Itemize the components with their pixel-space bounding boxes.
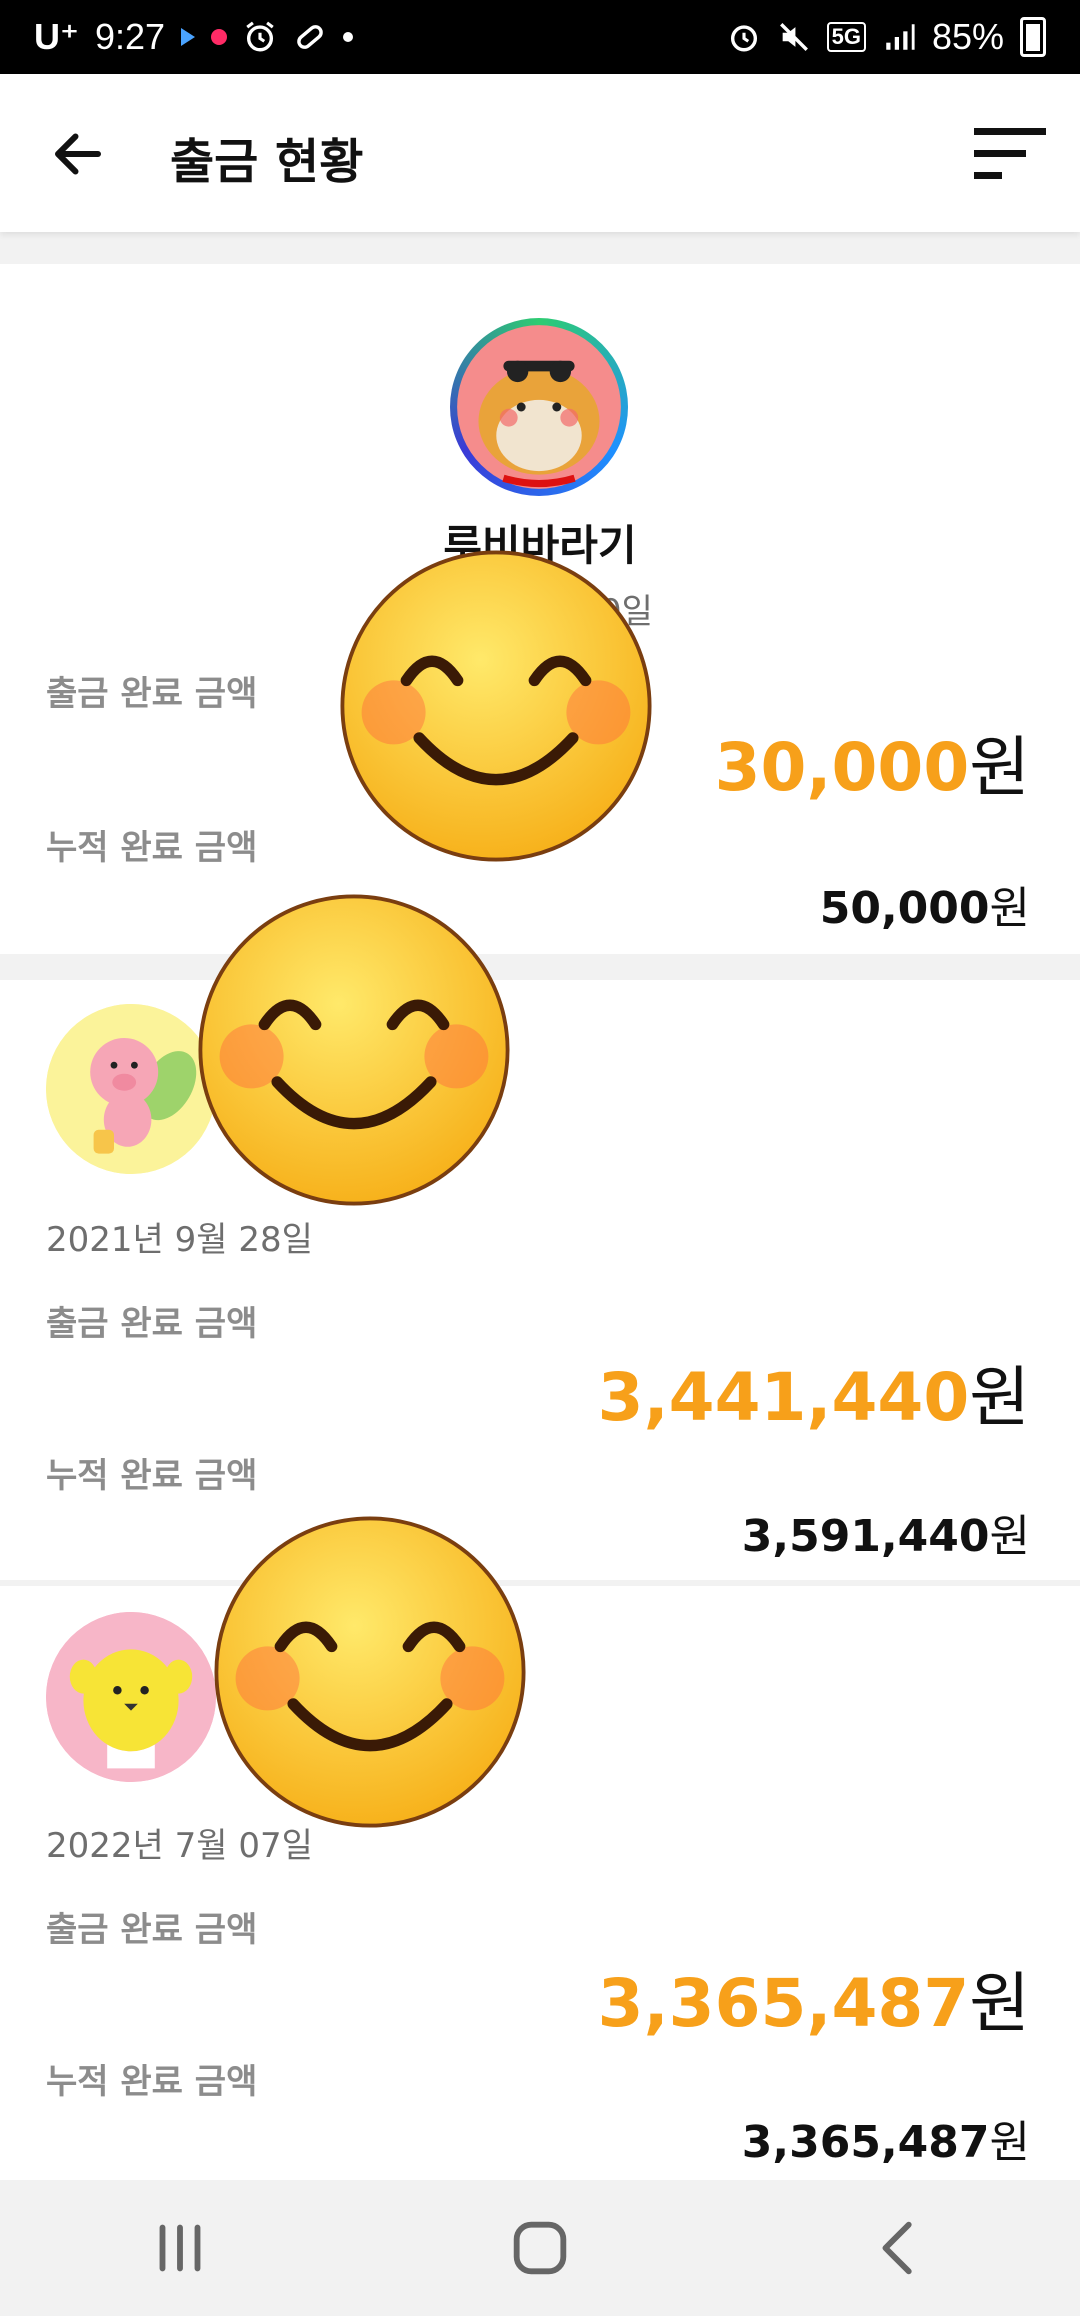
cumulative-label: 누적 완료 금액 bbox=[46, 828, 258, 868]
withdraw-label: 출금 완료 금액 bbox=[46, 1910, 258, 1950]
home-icon[interactable] bbox=[505, 2213, 575, 2283]
clock: 9:27 bbox=[95, 16, 166, 57]
cumulative-label: 누적 완료 금액 bbox=[46, 2062, 258, 2102]
cumulative-amount-value: 3,591,440 bbox=[741, 1511, 990, 1562]
withdraw-amount-value: 30,000 bbox=[714, 729, 970, 806]
withdraw-amount: 30,000원 bbox=[715, 714, 1030, 810]
page-title: 출금 현황 bbox=[170, 134, 364, 190]
date-label: 2021년 9월 28일 bbox=[46, 1220, 313, 1260]
avatar[interactable] bbox=[46, 1004, 216, 1174]
cumulative-amount-value: 50,000 bbox=[819, 883, 990, 934]
hamster-avatar-icon bbox=[457, 325, 621, 489]
withdraw-amount-value: 3,441,440 bbox=[597, 1359, 970, 1436]
back-chevron-icon[interactable] bbox=[865, 2213, 935, 2283]
currency-unit: 원 bbox=[969, 1965, 1030, 2042]
alarm-icon bbox=[730, 25, 757, 52]
withdraw-label: 출금 완료 금액 bbox=[46, 674, 258, 714]
signal-icon bbox=[886, 24, 915, 50]
currency-unit: 원 bbox=[989, 883, 1030, 934]
currency-unit: 원 bbox=[989, 2117, 1030, 2168]
battery-icon bbox=[1020, 17, 1046, 57]
cumulative-amount: 3,365,487원 bbox=[742, 2106, 1030, 2170]
cumulative-amount: 50,000원 bbox=[820, 872, 1030, 936]
currency-unit: 원 bbox=[989, 1511, 1030, 1562]
status-bar: U⁺ 9:27 5G 85% bbox=[0, 0, 1080, 74]
more-notifications-icon bbox=[343, 32, 354, 42]
smiley-face-icon bbox=[340, 550, 652, 862]
withdrawal-card: 2021년 9월 28일 출금 완료 금액 3,441,440원 누적 완료 금… bbox=[0, 980, 1080, 1580]
avatar[interactable] bbox=[46, 1612, 216, 1782]
arrow-left-icon[interactable] bbox=[48, 124, 108, 184]
cumulative-amount-value: 3,365,487 bbox=[741, 2117, 990, 2168]
smiley-face-icon bbox=[198, 894, 510, 1206]
withdraw-amount-value: 3,365,487 bbox=[597, 1965, 970, 2042]
notification-dot-icon bbox=[211, 29, 228, 45]
alarm-icon bbox=[246, 21, 274, 52]
system-nav-bar bbox=[0, 2180, 1080, 2316]
sort-icon[interactable] bbox=[974, 128, 1046, 180]
cumulative-amount: 3,591,440원 bbox=[742, 1500, 1030, 1564]
cumulative-label: 누적 완료 금액 bbox=[46, 1456, 258, 1496]
avatar[interactable] bbox=[450, 318, 628, 496]
pill-icon bbox=[297, 25, 323, 49]
currency-unit: 원 bbox=[969, 1359, 1030, 1436]
media-icon bbox=[181, 28, 196, 46]
withdraw-label: 출금 완료 금액 bbox=[46, 1304, 258, 1344]
carrier-label: U⁺ bbox=[34, 16, 79, 57]
battery-percent: 85% bbox=[931, 16, 1004, 57]
pig-avatar-icon bbox=[46, 1004, 216, 1174]
network-type-label: 5G bbox=[826, 22, 866, 52]
currency-unit: 원 bbox=[969, 729, 1030, 806]
chick-avatar-icon bbox=[46, 1612, 216, 1782]
smiley-face-icon bbox=[214, 1516, 526, 1828]
app-bar: 출금 현황 bbox=[0, 74, 1080, 232]
recents-icon[interactable] bbox=[145, 2213, 215, 2283]
mute-icon bbox=[779, 23, 808, 51]
withdrawal-card: 2022년 7월 07일 출금 완료 금액 3,365,487원 누적 완료 금… bbox=[0, 1586, 1080, 2180]
withdraw-amount: 3,365,487원 bbox=[598, 1950, 1030, 2046]
withdraw-amount: 3,441,440원 bbox=[598, 1344, 1030, 1440]
